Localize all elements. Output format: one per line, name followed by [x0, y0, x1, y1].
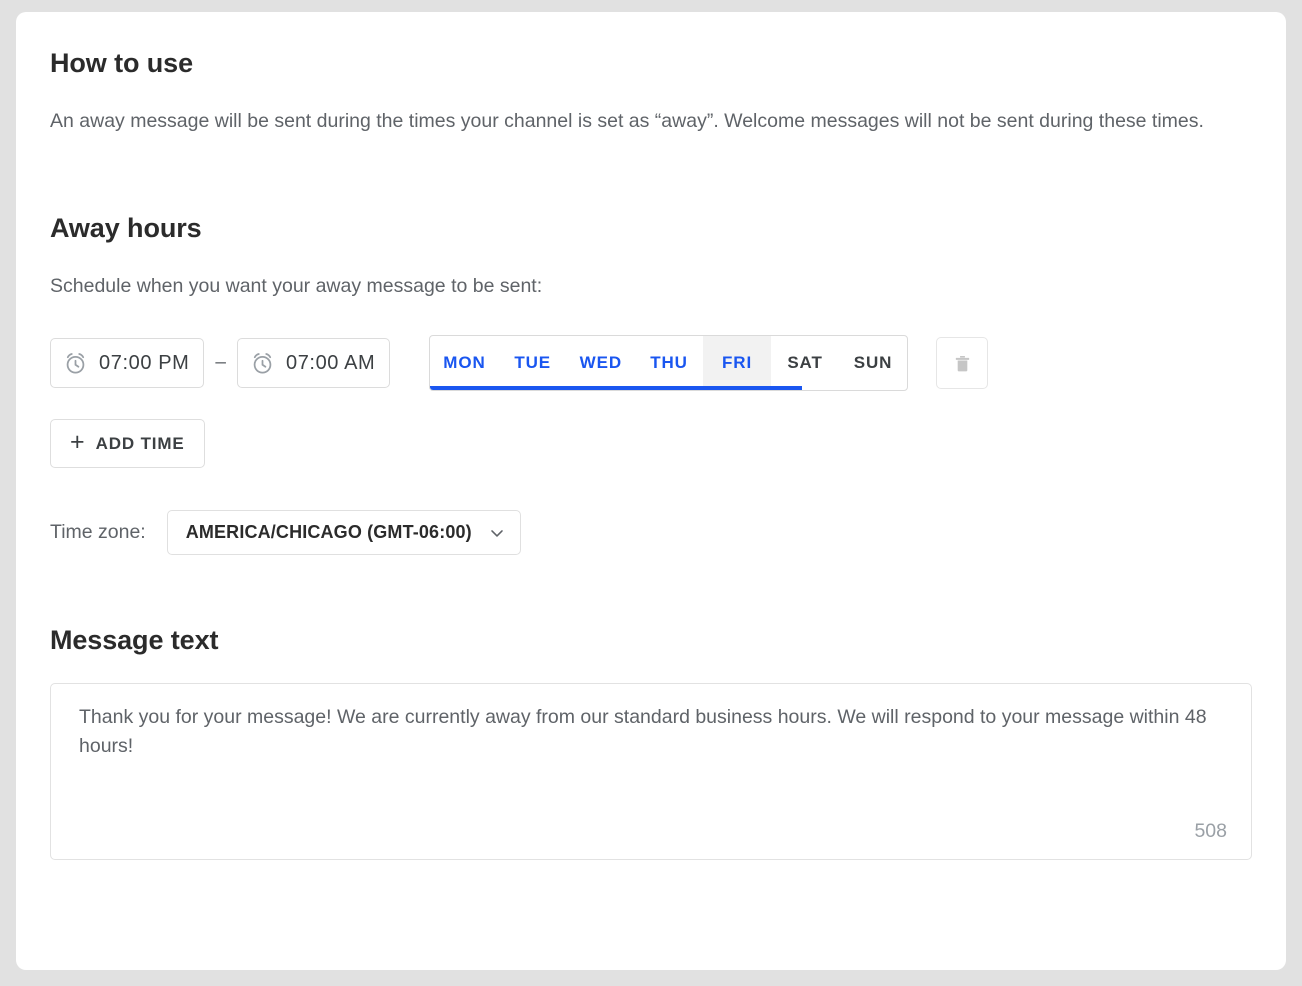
- settings-card: How to use An away message will be sent …: [16, 12, 1286, 970]
- message-text-input[interactable]: [79, 703, 1217, 804]
- how-to-use-description: An away message will be sent during the …: [50, 110, 1204, 133]
- alarm-clock-icon: [63, 351, 88, 376]
- how-to-use-title: How to use: [50, 48, 194, 78]
- trash-icon: [952, 352, 973, 375]
- end-time-value: 07:00 AM: [285, 351, 376, 374]
- add-time-label: ADD TIME: [95, 433, 185, 453]
- timezone-select[interactable]: AMERICA/CHICAGO (GMT-06:00): [166, 510, 521, 556]
- timezone-row: Time zone: AMERICA/CHICAGO (GMT-06:00): [50, 510, 1252, 556]
- end-time-field[interactable]: 07:00 AM: [236, 338, 391, 389]
- add-time-button[interactable]: + ADD TIME: [50, 419, 205, 469]
- day-tab-wed[interactable]: WED: [567, 336, 635, 390]
- character-counter: 508: [1194, 820, 1227, 843]
- day-tab-tue[interactable]: TUE: [499, 336, 567, 390]
- day-tab-sat[interactable]: SAT: [771, 336, 839, 390]
- away-hours-title: Away hours: [50, 212, 202, 243]
- start-time-field[interactable]: 07:00 PM: [50, 338, 205, 389]
- day-tab-sun[interactable]: SUN: [839, 336, 907, 390]
- selected-days-underline: [430, 386, 803, 391]
- plus-icon: +: [70, 428, 85, 457]
- schedule-row: 07:00 PM – 07:00 AM MON TUE WED THU FRI …: [50, 335, 1252, 392]
- day-of-week-tabs: MON TUE WED THU FRI SAT SUN: [429, 335, 909, 392]
- day-tab-fri[interactable]: FRI: [703, 336, 772, 391]
- time-range-separator: –: [215, 352, 226, 374]
- start-time-value: 07:00 PM: [99, 351, 190, 374]
- timezone-label: Time zone:: [50, 521, 146, 544]
- alarm-clock-icon: [250, 351, 275, 376]
- message-text-title: Message text: [50, 625, 219, 656]
- message-text-box[interactable]: 508: [50, 683, 1252, 861]
- chevron-down-icon: [487, 523, 507, 543]
- day-tab-thu[interactable]: THU: [635, 336, 703, 390]
- timezone-value: AMERICA/CHICAGO (GMT-06:00): [185, 522, 472, 543]
- day-tab-mon[interactable]: MON: [430, 336, 498, 390]
- away-hours-description: Schedule when you want your away message…: [50, 274, 543, 297]
- delete-schedule-button[interactable]: [936, 337, 989, 390]
